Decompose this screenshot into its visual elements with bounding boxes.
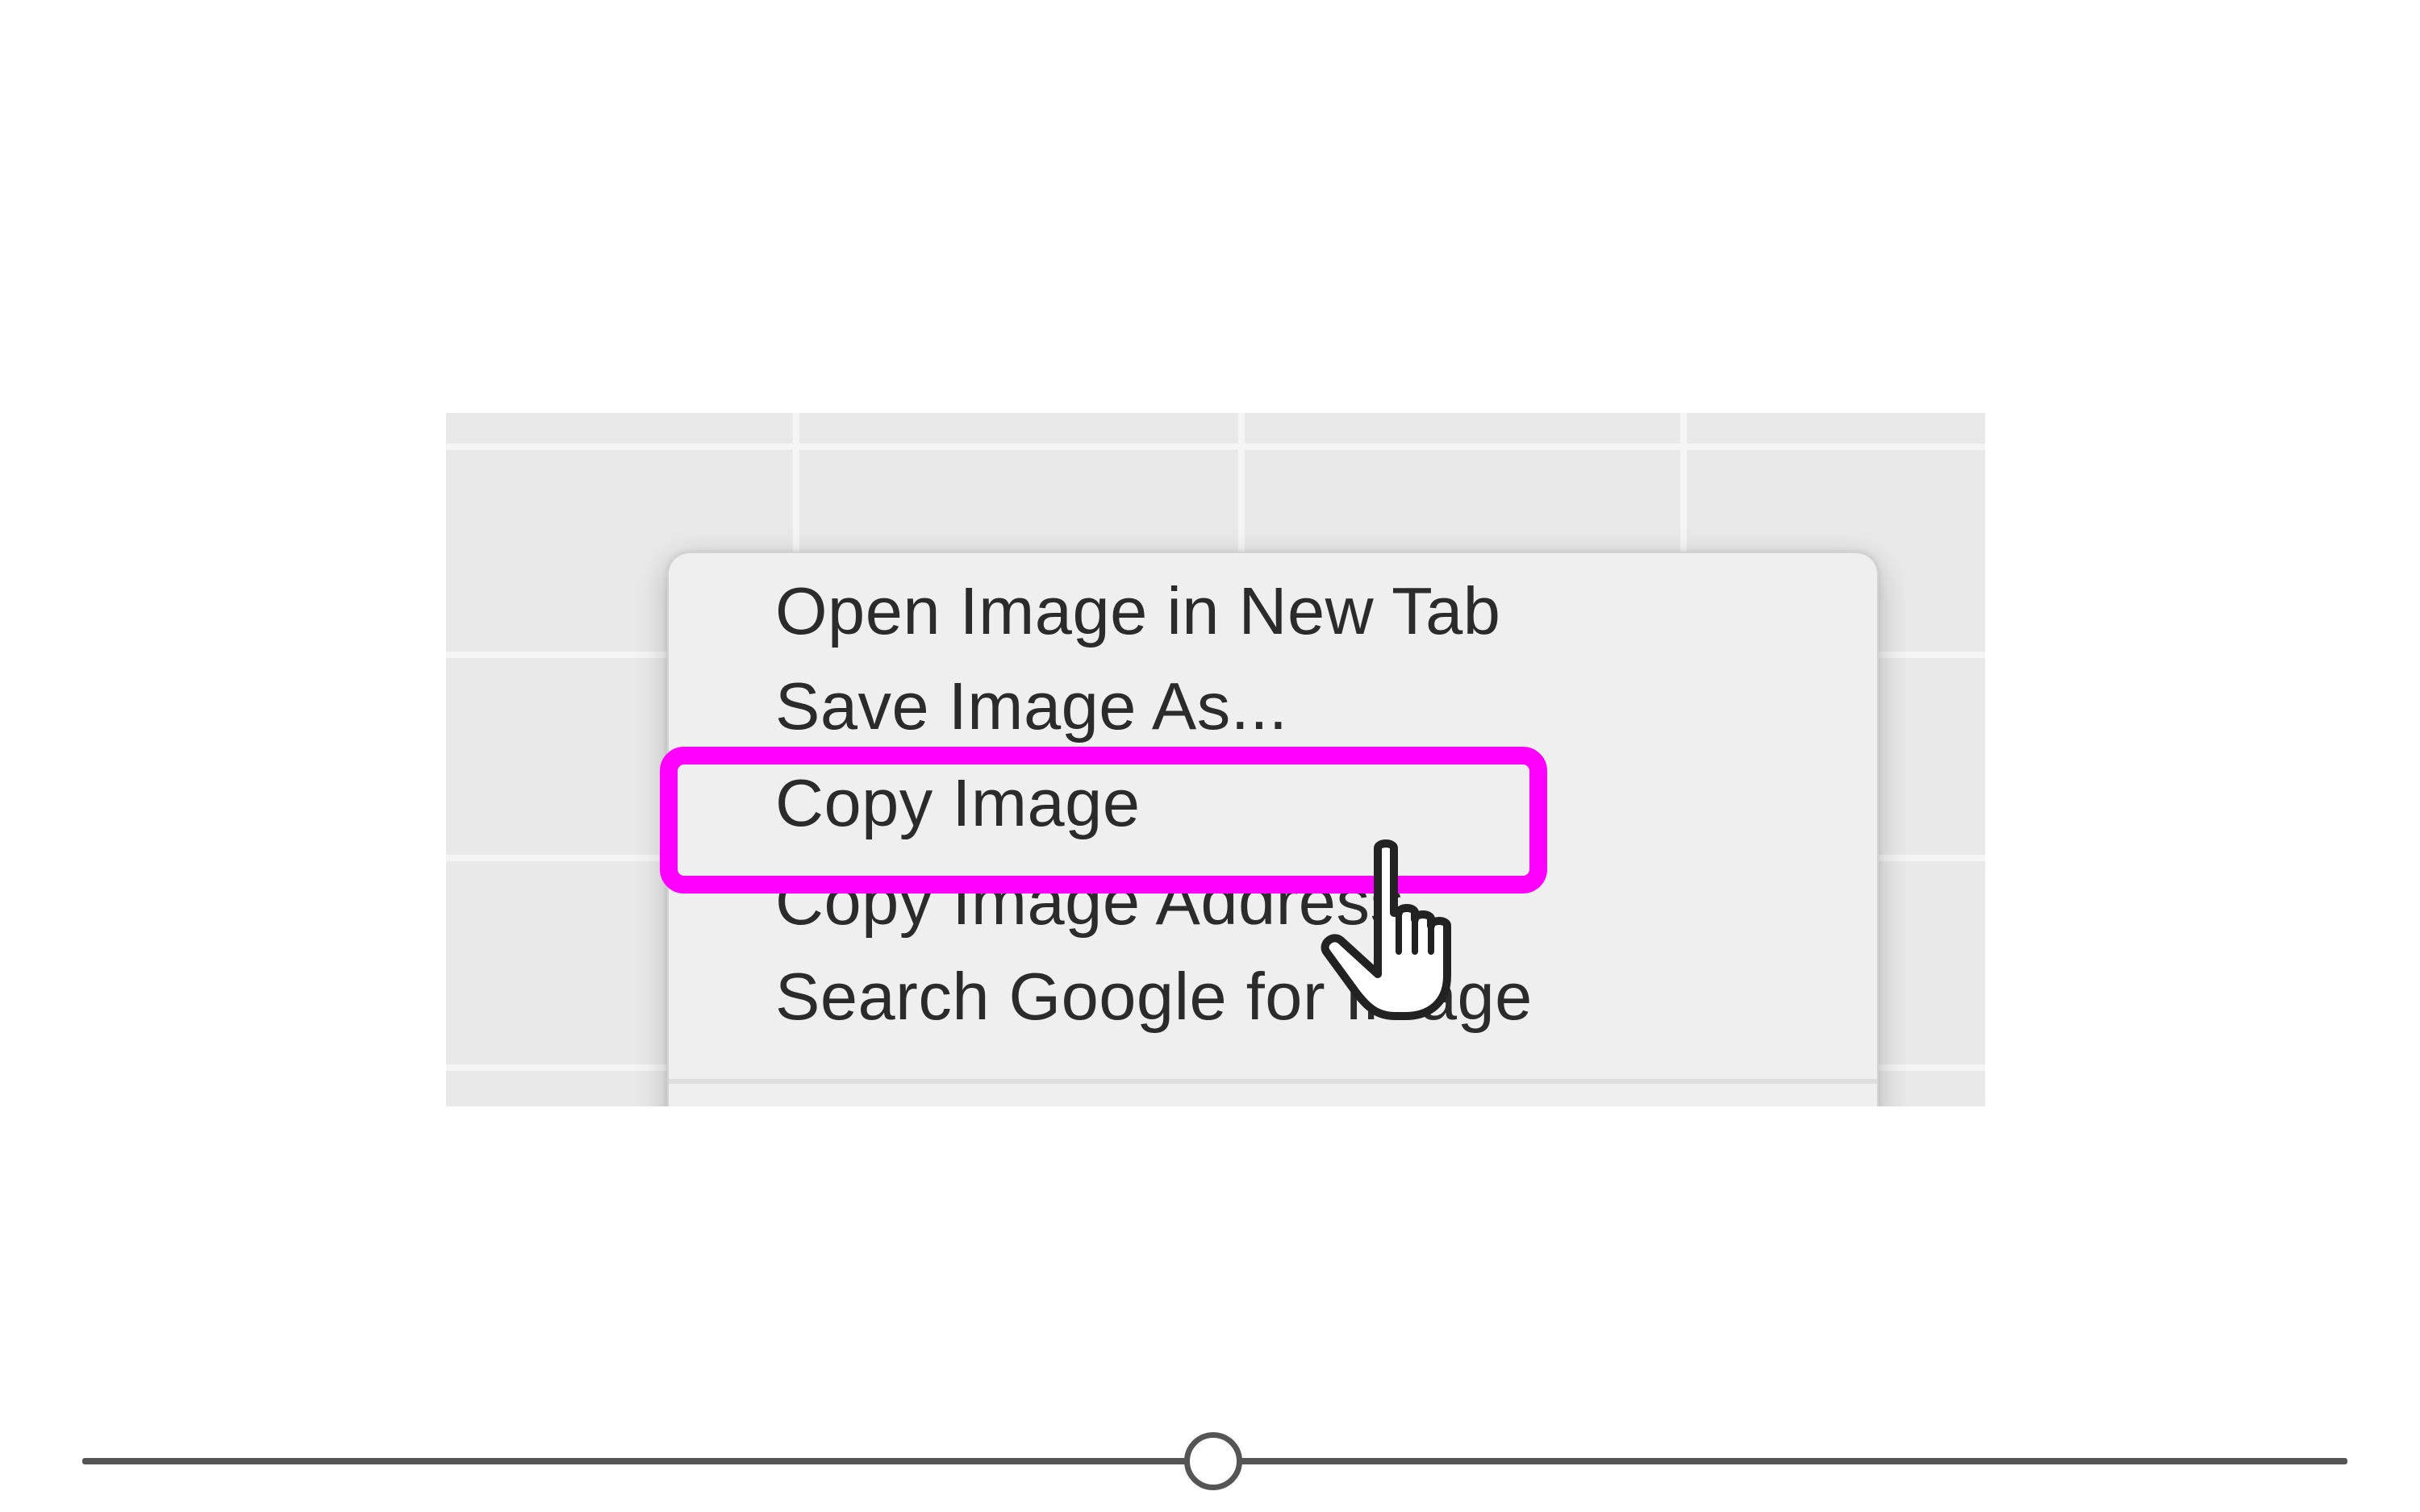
timeline-knob[interactable] — [1184, 1432, 1242, 1490]
background-grid-line — [446, 444, 1985, 450]
menu-item-save-image-as[interactable]: Save Image As... — [669, 658, 1877, 755]
menu-item-open-image-new-tab[interactable]: Open Image in New Tab — [669, 563, 1877, 660]
hand-pointer-icon — [1321, 839, 1451, 1020]
menu-separator — [669, 1079, 1877, 1084]
menu-item-search-google-for-image[interactable]: Search Google for Image — [669, 948, 1877, 1045]
tutorial-frame: Open Image in New Tab Save Image As... C… — [0, 0, 2420, 1512]
